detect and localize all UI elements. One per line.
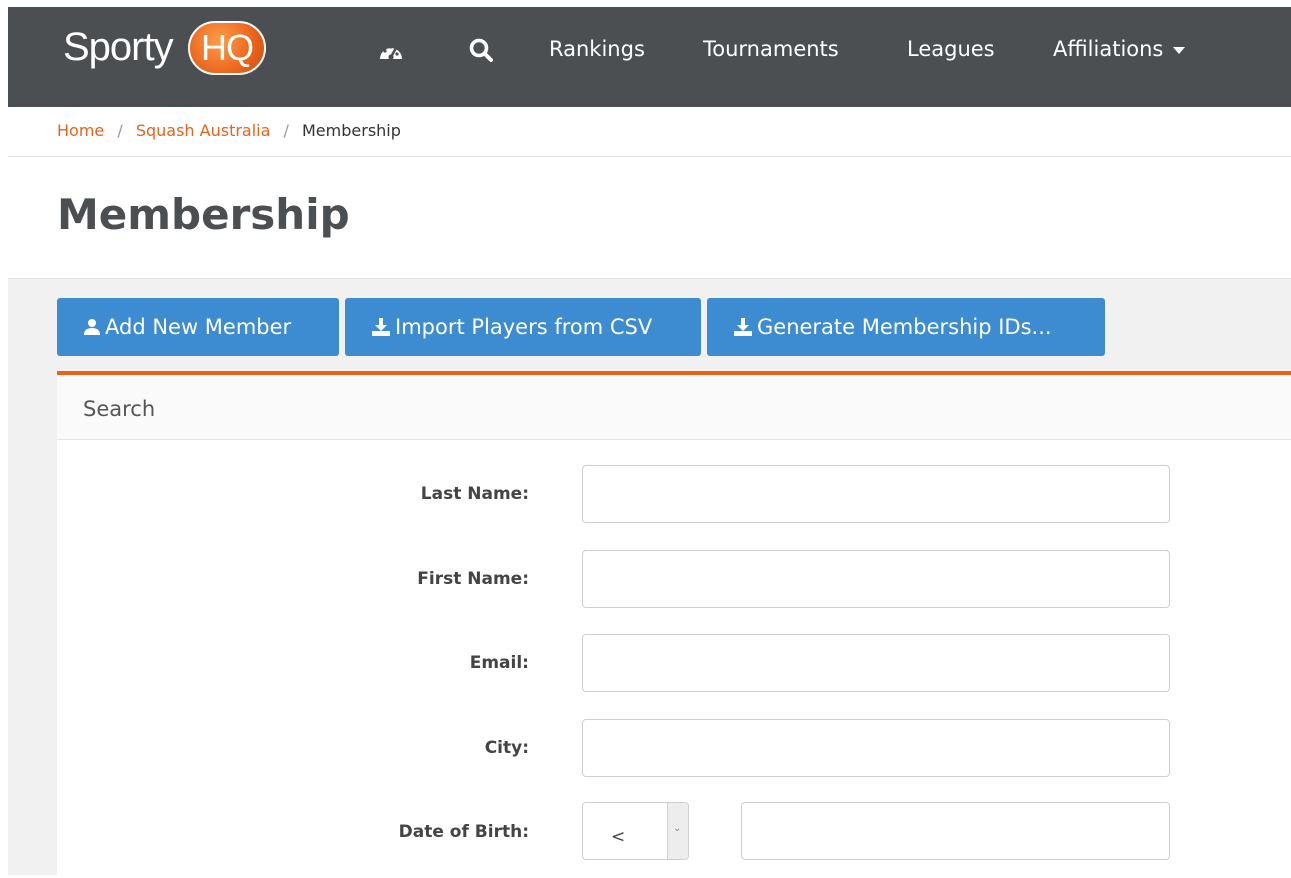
- add-new-member-button[interactable]: Add New Member: [57, 298, 339, 356]
- last-name-input[interactable]: [582, 465, 1170, 523]
- page-edge: [0, 0, 8, 874]
- nav-tournaments[interactable]: Tournaments: [703, 37, 839, 61]
- city-input[interactable]: [582, 719, 1170, 777]
- generate-membership-ids-button[interactable]: Generate Membership IDs...: [707, 298, 1105, 356]
- add-new-member-label: Add New Member: [105, 315, 292, 339]
- nav-affiliations[interactable]: Affiliations: [1053, 37, 1186, 61]
- generate-membership-ids-label: Generate Membership IDs...: [757, 315, 1052, 339]
- download-icon: [372, 318, 390, 336]
- breadcrumb-separator: /: [283, 121, 289, 140]
- logo-text-sporty: Sporty: [63, 25, 174, 69]
- import-players-csv-button[interactable]: Import Players from CSV: [345, 298, 701, 356]
- dob-operator-dropdown[interactable]: ⌄: [667, 803, 688, 859]
- page-title: Membership: [57, 190, 350, 239]
- nav-affiliations-label: Affiliations: [1053, 37, 1164, 61]
- sportyhq-logo[interactable]: Sporty HQ: [63, 21, 268, 75]
- date-of-birth-label: Date of Birth:: [398, 822, 529, 842]
- breadcrumb-current: Membership: [302, 121, 401, 140]
- download-icon: [734, 318, 752, 336]
- breadcrumb-separator: /: [117, 121, 123, 140]
- import-players-csv-label: Import Players from CSV: [395, 315, 653, 339]
- city-label: City:: [484, 738, 529, 758]
- date-of-birth-input[interactable]: [741, 802, 1170, 860]
- caret-down-icon: [1173, 46, 1186, 54]
- dob-operator-value: <: [611, 827, 626, 847]
- dob-operator-select[interactable]: < ⌄: [582, 802, 689, 860]
- breadcrumb: Home / Squash Australia / Membership: [57, 121, 401, 140]
- email-label: Email:: [469, 653, 529, 673]
- search-icon[interactable]: [468, 37, 498, 67]
- dashboard-icon[interactable]: [376, 37, 406, 67]
- breadcrumb-home[interactable]: Home: [57, 121, 104, 140]
- first-name-label: First Name:: [417, 569, 529, 589]
- first-name-input[interactable]: [582, 550, 1170, 608]
- search-panel-title: Search: [83, 397, 156, 421]
- top-navbar: Sporty HQ Rankings Tournaments Leagues A…: [8, 7, 1291, 107]
- logo-badge-hq: HQ: [188, 21, 266, 75]
- nav-rankings[interactable]: Rankings: [549, 37, 645, 61]
- chevron-down-icon: ⌄: [673, 823, 682, 834]
- breadcrumb-divider: [8, 156, 1291, 157]
- nav-leagues[interactable]: Leagues: [907, 37, 995, 61]
- user-icon: [84, 319, 100, 335]
- last-name-label: Last Name:: [420, 484, 529, 504]
- email-input[interactable]: [582, 634, 1170, 692]
- breadcrumb-squash-australia[interactable]: Squash Australia: [136, 121, 271, 140]
- search-panel-heading: Search: [57, 375, 1291, 440]
